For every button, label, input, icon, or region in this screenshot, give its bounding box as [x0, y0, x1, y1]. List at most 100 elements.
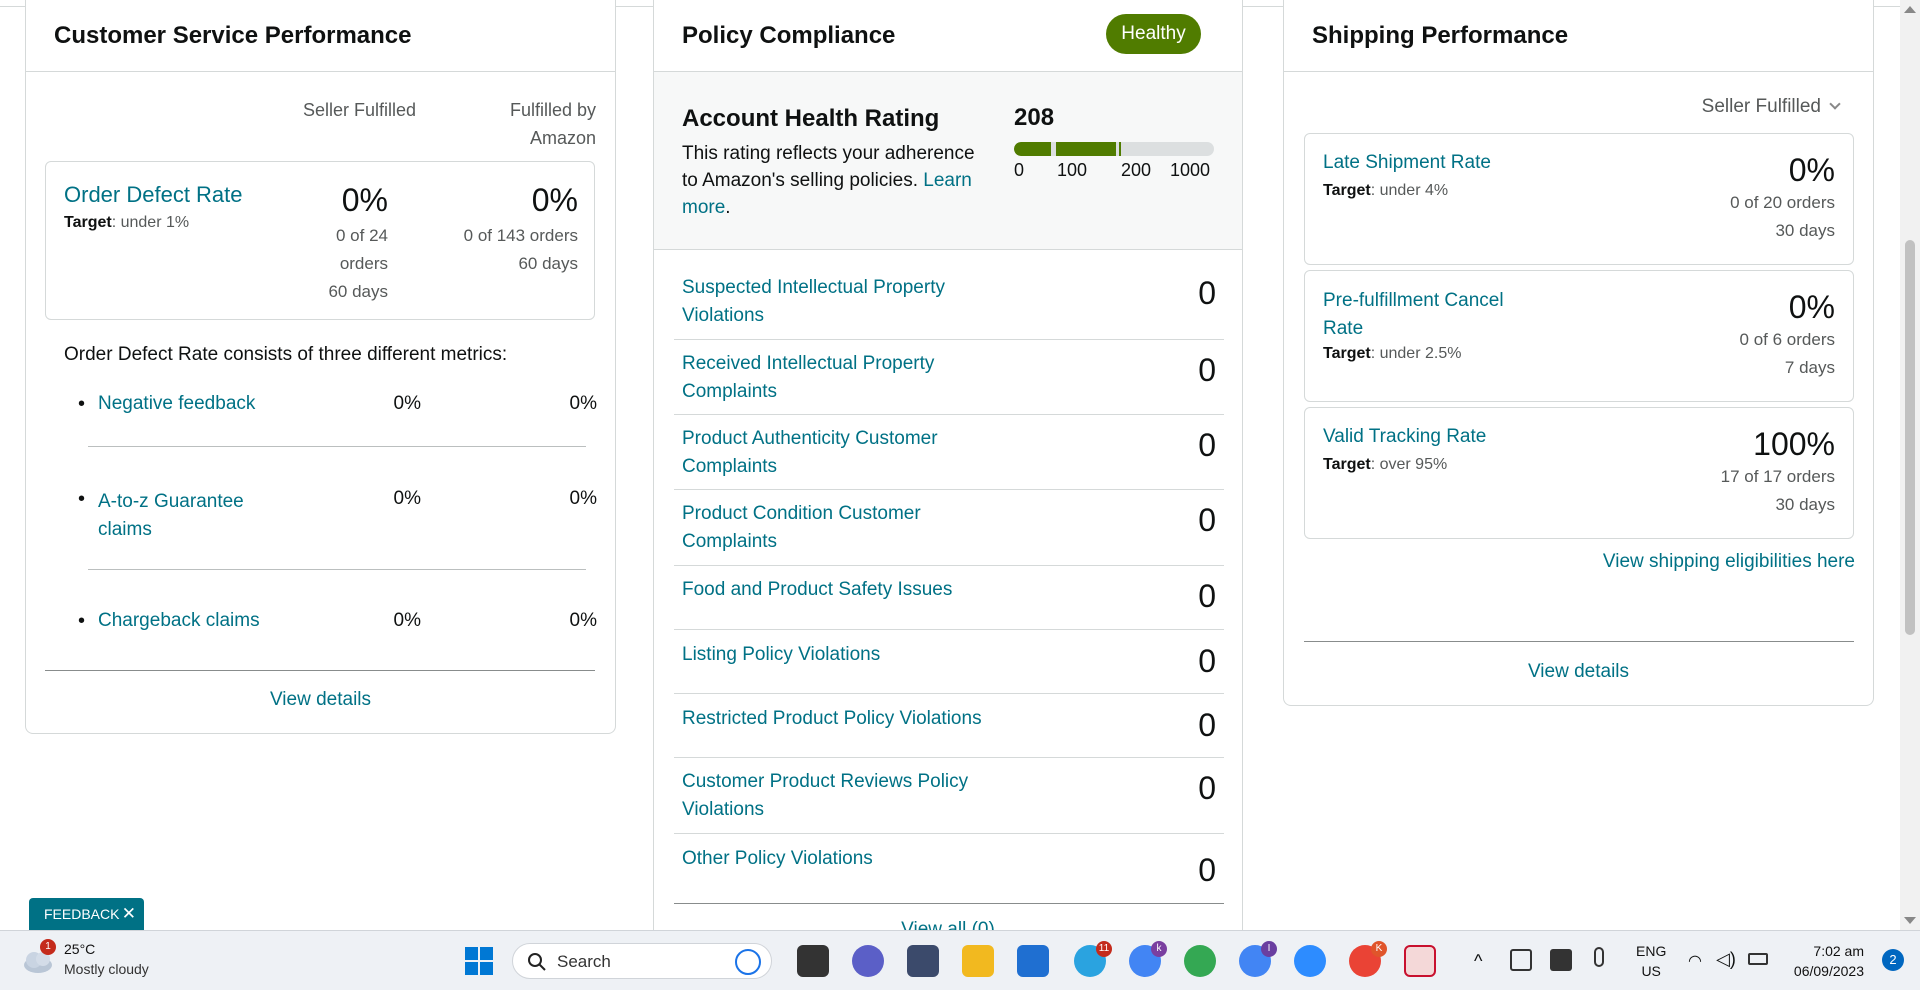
odr-fba-detail: 0 of 143 orders 60 days — [463, 226, 578, 273]
telegram-badge: 11 — [1096, 941, 1112, 957]
language-indicator[interactable]: ENG US — [1636, 941, 1666, 981]
pre-fulfillment-cancel-rate-box: Pre-fulfillment Cancel Rate Target: unde… — [1304, 270, 1854, 402]
ahr-description: This rating reflects your adherence to A… — [682, 143, 975, 218]
chrome-icon[interactable]: k — [1129, 941, 1167, 977]
policy-row[interactable]: Food and Product Safety Issues 0 — [674, 566, 1224, 630]
view-details-link[interactable]: View details — [26, 689, 615, 711]
policy-link[interactable]: Restricted Product Policy Violations — [682, 705, 1002, 733]
chrome-icon[interactable] — [1184, 945, 1216, 977]
weather-temperature: 25°C — [64, 941, 96, 957]
policy-row[interactable]: Product Condition Customer Complaints 0 — [674, 490, 1224, 566]
policy-count: 0 — [1198, 578, 1216, 614]
scroll-thumb[interactable] — [1905, 240, 1915, 635]
chargeback-claims-link[interactable]: Chargeback claims — [98, 610, 260, 632]
policy-row[interactable]: Customer Product Reviews Policy Violatio… — [674, 758, 1224, 834]
divider — [88, 569, 586, 570]
file-explorer-icon[interactable] — [962, 945, 994, 977]
divider — [45, 670, 595, 671]
late-shipment-rate-box: Late Shipment Rate Target: under 4% 0% 0… — [1304, 133, 1854, 265]
ahr-score-bar — [1014, 142, 1214, 156]
policy-row[interactable]: Product Authenticity Customer Complaints… — [674, 415, 1224, 490]
metric-seller-value: 0% — [393, 393, 421, 414]
policy-link[interactable]: Product Authenticity Customer Complaints — [682, 425, 1002, 481]
weather-cloud-icon[interactable]: 1 — [20, 939, 56, 975]
notifications-badge[interactable]: 2 — [1882, 949, 1904, 971]
policy-count: 0 — [1198, 427, 1216, 463]
policy-link[interactable]: Listing Policy Violations — [682, 641, 1002, 669]
order-defect-rate-link[interactable]: Order Defect Rate — [64, 182, 243, 208]
divider — [88, 446, 586, 447]
taskbar-search[interactable]: Search — [512, 943, 772, 979]
bullet: • — [78, 488, 86, 510]
card-title: Shipping Performance — [1312, 22, 1569, 49]
policy-count: 0 — [1198, 352, 1216, 388]
policy-link[interactable]: Received Intellectual Property Complaint… — [682, 350, 1002, 406]
policy-row[interactable]: Other Policy Violations 0 — [674, 834, 1224, 904]
scroll-down-arrow-icon[interactable] — [1904, 917, 1916, 924]
wifi-icon[interactable]: ◠ — [1688, 951, 1702, 971]
chrome-icon[interactable]: K — [1349, 941, 1387, 977]
microphone-icon[interactable] — [1594, 947, 1604, 967]
metric-seller-value: 0% — [393, 488, 421, 509]
valid-tracking-rate-link[interactable]: Valid Tracking Rate — [1323, 426, 1486, 448]
volume-icon[interactable]: ◁) — [1716, 949, 1736, 970]
bullet: • — [78, 610, 86, 632]
zoom-icon[interactable] — [1294, 945, 1326, 977]
view-shipping-eligibilities-link[interactable]: View shipping eligibilities here — [1603, 551, 1855, 573]
pre-fulfillment-cancel-rate-link[interactable]: Pre-fulfillment Cancel Rate — [1323, 287, 1504, 343]
policy-row[interactable]: Listing Policy Violations 0 — [674, 630, 1224, 694]
bing-icon[interactable] — [735, 949, 761, 975]
metric-target: Target: under 4% — [1323, 182, 1449, 199]
late-shipment-rate-link[interactable]: Late Shipment Rate — [1323, 152, 1491, 174]
shipping-performance-card: Shipping Performance Seller Fulfilled La… — [1283, 0, 1874, 706]
chevron-up-icon[interactable]: ^ — [1474, 951, 1482, 972]
page-scrollbar[interactable] — [1900, 0, 1920, 930]
app-m-icon[interactable] — [907, 945, 939, 977]
snipping-tool-icon[interactable] — [1404, 945, 1436, 977]
policy-compliance-card: Policy Compliance Healthy Account Health… — [653, 0, 1243, 940]
metric-values: 100% 17 of 17 orders 30 days — [1720, 426, 1835, 514]
telegram-icon[interactable]: 11 — [1074, 941, 1112, 977]
teams-chat-icon[interactable] — [852, 945, 884, 977]
account-health-rating-panel: Account Health Rating This rating reflec… — [654, 72, 1242, 250]
fulfillment-selector[interactable]: Seller Fulfilled — [1702, 96, 1841, 118]
task-view-icon[interactable] — [797, 945, 829, 977]
system-clock[interactable]: 7:02 am 06/09/2023 — [1794, 941, 1864, 981]
scroll-up-arrow-icon[interactable] — [1904, 6, 1916, 13]
close-icon[interactable]: ✕ — [122, 898, 136, 930]
metric-seller-value: 0% — [393, 610, 421, 631]
feedback-button[interactable]: FEEDBACK ✕ — [29, 898, 144, 930]
divider — [1304, 641, 1854, 642]
a-to-z-guarantee-claims-link[interactable]: A-to-z Guarantee claims — [98, 488, 244, 544]
view-details-link[interactable]: View details — [1284, 661, 1873, 683]
metric-values: 0% 0 of 20 orders 30 days — [1730, 152, 1835, 240]
bar-marker — [1119, 142, 1121, 156]
metric-fba-value: 0% — [569, 488, 597, 509]
microsoft-store-icon[interactable] — [1017, 945, 1049, 977]
policy-link[interactable]: Suspected Intellectual Property Violatio… — [682, 274, 1002, 330]
ahr-title: Account Health Rating — [682, 105, 940, 132]
policy-count: 0 — [1198, 275, 1216, 311]
policy-row[interactable]: Received Intellectual Property Complaint… — [674, 340, 1224, 415]
chrome-icon[interactable]: I — [1239, 941, 1277, 977]
policy-row[interactable]: Restricted Product Policy Violations 0 — [674, 694, 1224, 758]
tray-app-icon[interactable] — [1510, 949, 1532, 971]
policy-link[interactable]: Product Condition Customer Complaints — [682, 500, 1002, 556]
metric-target: Target: over 95% — [1323, 456, 1448, 473]
battery-icon[interactable] — [1748, 953, 1768, 965]
tray-m-icon[interactable] — [1550, 949, 1572, 971]
chrome-profile-badge: K — [1371, 941, 1387, 957]
negative-feedback-link[interactable]: Negative feedback — [98, 393, 255, 415]
metric-values: 0% 0 of 6 orders 7 days — [1739, 289, 1835, 377]
policy-link[interactable]: Other Policy Violations — [682, 845, 1002, 873]
ahr-score: 208 — [1014, 104, 1055, 131]
policy-link[interactable]: Food and Product Safety Issues — [682, 576, 1002, 604]
order-defect-rate-box: Order Defect Rate Target: under 1% 0% 0 … — [45, 161, 595, 320]
policy-row[interactable]: Suspected Intellectual Property Violatio… — [674, 250, 1224, 340]
card-title: Policy Compliance — [682, 22, 896, 49]
policy-link[interactable]: Customer Product Reviews Policy Violatio… — [682, 768, 1002, 824]
metric-fba-value: 0% — [569, 610, 597, 631]
policy-count: 0 — [1198, 707, 1216, 743]
column-header-fba: Fulfilled by Amazon — [509, 100, 596, 148]
windows-start-icon[interactable] — [463, 945, 495, 977]
